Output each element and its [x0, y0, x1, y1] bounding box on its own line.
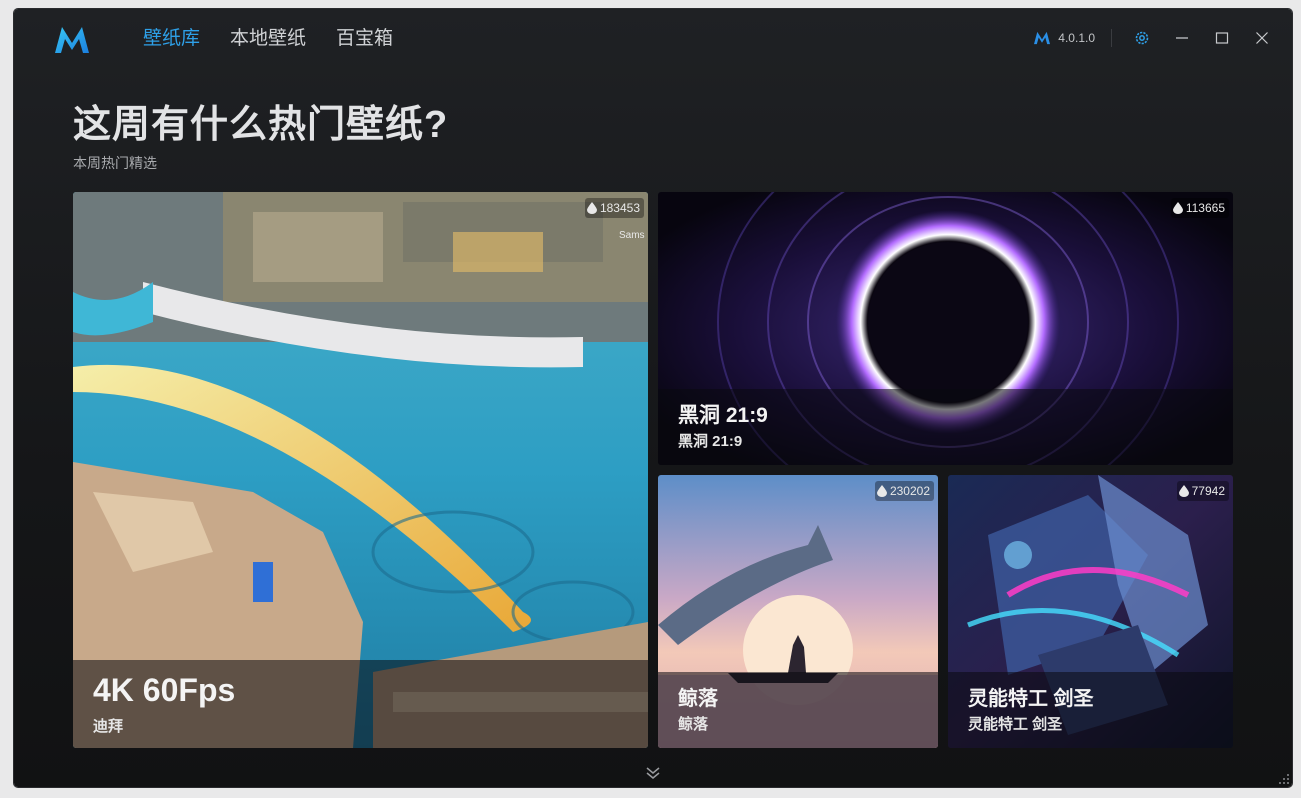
drop-icon [1172, 202, 1183, 214]
divider [1111, 29, 1112, 47]
wallpaper-card-dubai[interactable]: Sams 183453 4K 60Fps 迪拜 [73, 192, 648, 748]
wallpaper-card-psychic-swordsman[interactable]: 77942 灵能特工 剑圣 灵能特工 剑圣 [948, 475, 1233, 748]
page-subtitle: 本周热门精选 [73, 155, 157, 171]
tab-wallpaper-library[interactable]: 壁纸库 [143, 26, 200, 52]
like-count: 183453 [599, 201, 640, 215]
tab-toolbox[interactable]: 百宝箱 [336, 26, 393, 52]
card-title: 黑洞 21:9 [678, 404, 768, 427]
like-count-badge: 113665 [1170, 198, 1229, 218]
wallpaper-card-whale-fall[interactable]: 230202 鲸落 鲸落 [658, 475, 938, 748]
settings-button[interactable] [1132, 28, 1152, 48]
card-subtitle: 迪拜 [93, 718, 124, 735]
like-count: 230202 [889, 484, 930, 498]
close-icon [1256, 32, 1268, 44]
tab-local-wallpaper[interactable]: 本地壁纸 [230, 26, 306, 52]
card-caption: 4K 60Fps 迪拜 [73, 660, 648, 748]
watermark-text: Sams [619, 230, 645, 241]
minimize-button[interactable] [1172, 28, 1192, 48]
version-logo-icon [1034, 31, 1051, 45]
card-title: 鲸落 [678, 688, 718, 710]
app-logo [55, 27, 89, 53]
like-count-badge: 230202 [874, 481, 934, 501]
main-nav: 壁纸库 本地壁纸 百宝箱 [143, 26, 423, 52]
card-title: 4K 60Fps [93, 672, 236, 708]
card-caption: 黑洞 21:9 黑洞 21:9 [658, 389, 1233, 465]
drop-icon [876, 485, 887, 497]
maximize-button[interactable] [1212, 28, 1232, 48]
gear-icon [1135, 31, 1149, 45]
resize-grip-icon[interactable] [1278, 773, 1290, 785]
like-count-badge: 77942 [1176, 481, 1229, 501]
card-title: 灵能特工 剑圣 [968, 688, 1094, 710]
card-subtitle: 灵能特工 剑圣 [968, 716, 1063, 733]
like-count: 113665 [1185, 201, 1225, 215]
wallpaper-card-black-hole[interactable]: 113665 黑洞 21:9 黑洞 21:9 [658, 192, 1233, 465]
page-title: 这周有什么热门壁纸? [73, 104, 449, 146]
card-caption: 灵能特工 剑圣 灵能特工 剑圣 [948, 672, 1233, 748]
titlebar-controls: 4.0.1.0 [1032, 25, 1272, 51]
maximize-icon [1215, 32, 1229, 44]
drop-icon [586, 202, 597, 214]
minimize-icon [1176, 37, 1188, 39]
card-caption: 鲸落 鲸落 [658, 672, 938, 748]
like-count: 77942 [1191, 484, 1225, 498]
like-count-badge: 183453 [584, 198, 644, 218]
card-subtitle: 鲸落 [678, 716, 709, 733]
app-window: 壁纸库 本地壁纸 百宝箱 4.0.1.0 这周有什么热门壁纸? 本周热门精选 S… [14, 9, 1292, 787]
card-subtitle: 黑洞 21:9 [678, 433, 743, 450]
double-chevron-down-icon[interactable] [644, 766, 662, 780]
close-button[interactable] [1252, 28, 1272, 48]
drop-icon [1178, 485, 1189, 497]
version-label: 4.0.1.0 [1058, 31, 1095, 45]
